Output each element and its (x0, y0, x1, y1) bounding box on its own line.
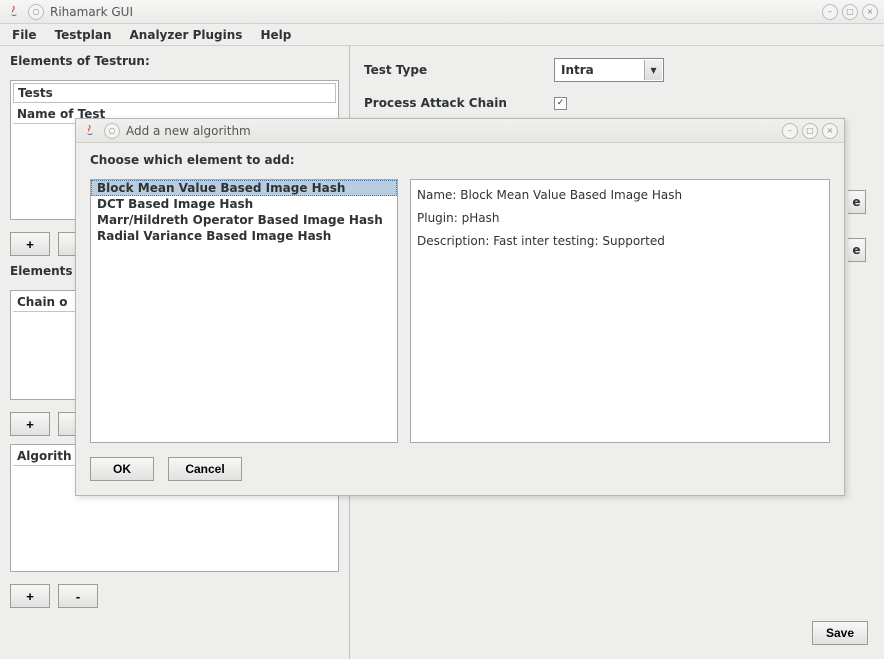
java-icon (82, 123, 98, 139)
cancel-button[interactable]: Cancel (168, 457, 242, 481)
dialog-titlebar: ○ Add a new algorithm – ▢ × (76, 119, 844, 143)
ok-button[interactable]: OK (90, 457, 154, 481)
algorithm-choice-item[interactable]: Radial Variance Based Image Hash (91, 228, 397, 244)
detail-desc-value: Fast inter testing: Supported (493, 234, 665, 248)
menu-help[interactable]: Help (252, 25, 299, 45)
main-titlebar: ○ Rihamark GUI – ▢ × (0, 0, 884, 24)
main-state-icon: ○ (28, 4, 44, 20)
chevron-down-icon: ▾ (644, 60, 662, 80)
test-type-combo[interactable]: Intra ▾ (554, 58, 664, 82)
dialog-maximize-button[interactable]: ▢ (802, 123, 818, 139)
test-type-value: Intra (561, 63, 594, 77)
main-window-title: Rihamark GUI (50, 5, 816, 19)
dialog-close-button[interactable]: × (822, 123, 838, 139)
menu-analyzer[interactable]: Analyzer Plugins (122, 25, 251, 45)
close-button[interactable]: × (862, 4, 878, 20)
save-button[interactable]: Save (812, 621, 868, 645)
menubar: File Testplan Analyzer Plugins Help (0, 24, 884, 46)
browse-button-2[interactable]: e (848, 238, 866, 262)
process-attack-chain-checkbox[interactable]: ✓ (554, 97, 567, 110)
process-attack-chain-label: Process Attack Chain (364, 96, 534, 110)
java-icon (6, 4, 22, 20)
algorithm-remove-button[interactable]: - (58, 584, 98, 608)
dialog-state-icon: ○ (104, 123, 120, 139)
elements-of-testrun-label: Elements of Testrun: (10, 54, 339, 68)
detail-name-label: Name: (417, 188, 456, 202)
detail-plugin-label: Plugin: (417, 211, 458, 225)
algorithm-choice-item[interactable]: DCT Based Image Hash (91, 196, 397, 212)
algorithm-add-button[interactable]: + (10, 584, 50, 608)
menu-file[interactable]: File (4, 25, 45, 45)
menu-testplan[interactable]: Testplan (47, 25, 120, 45)
browse-button-edges: e e (848, 190, 866, 262)
dialog-minimize-button[interactable]: – (782, 123, 798, 139)
test-type-label: Test Type (364, 63, 534, 77)
add-algorithm-dialog: ○ Add a new algorithm – ▢ × Choose which… (75, 118, 845, 496)
minimize-button[interactable]: – (822, 4, 838, 20)
algorithm-choice-item[interactable]: Block Mean Value Based Image Hash (91, 180, 397, 196)
algorithm-choice-list[interactable]: Block Mean Value Based Image Hash DCT Ba… (90, 179, 398, 443)
chain-add-button[interactable]: + (10, 412, 50, 436)
detail-plugin-value: pHash (462, 211, 500, 225)
detail-name-value: Block Mean Value Based Image Hash (460, 188, 682, 202)
browse-button-1[interactable]: e (848, 190, 866, 214)
dialog-title: Add a new algorithm (126, 124, 776, 138)
tests-add-button[interactable]: + (10, 232, 50, 256)
detail-desc-label: Description: (417, 234, 489, 248)
algorithm-detail-pane: Name: Block Mean Value Based Image Hash … (410, 179, 830, 443)
algorithm-choice-item[interactable]: Marr/Hildreth Operator Based Image Hash (91, 212, 397, 228)
maximize-button[interactable]: ▢ (842, 4, 858, 20)
dialog-prompt: Choose which element to add: (90, 153, 830, 167)
tests-group-header: Tests (13, 83, 336, 103)
